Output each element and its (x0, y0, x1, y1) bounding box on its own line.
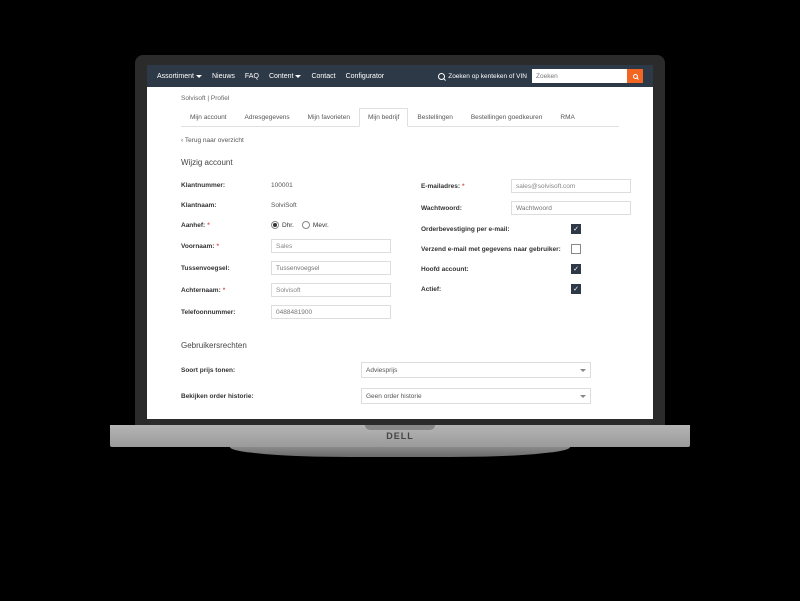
nav-item-assortiment[interactable]: Assortiment (157, 73, 202, 80)
select-dropdown[interactable]: Adviesprijs (361, 362, 591, 378)
checkbox[interactable]: ✓ (571, 224, 581, 234)
search-area: Zoeken op kenteken of VIN (438, 69, 643, 83)
form-row: Voornaam:* (181, 239, 391, 253)
radio-option[interactable]: Dhr. (271, 221, 294, 229)
form-columns: Klantnummer:100001 Klantnaam:SolviSoft Aan… (181, 179, 619, 327)
search-label-text: Zoeken op kenteken of VIN (448, 73, 527, 80)
search-label: Zoeken op kenteken of VIN (438, 73, 527, 80)
laptop-foot (230, 447, 570, 457)
back-link[interactable]: ‹ Terug naar overzicht (181, 137, 244, 144)
text-input[interactable] (271, 239, 391, 253)
rights-block: Soort prijs tonen: Adviesprijs Bekijken or… (181, 362, 619, 404)
form-row: Klantnaam:SolviSoft (181, 199, 391, 211)
column-right: E-mailadres:* Wachtwoord: Orderbevestiging… (421, 179, 631, 327)
form-row: Achternaam:* (181, 283, 391, 297)
field-value: SolviSoft (271, 202, 297, 209)
page-content: Solvisoft | Profiel Mijn accountAdresgeg… (147, 87, 653, 419)
tab-adresgegevens[interactable]: Adresgegevens (236, 108, 299, 127)
text-input[interactable] (271, 261, 391, 275)
nav-menu: Assortiment Nieuws FAQ Content Contact Config… (157, 73, 428, 80)
search-icon (633, 74, 638, 79)
checkbox[interactable]: ✓ (571, 264, 581, 274)
checkbox[interactable] (571, 244, 581, 254)
select-value: Geen order historie (366, 393, 422, 400)
radio-option[interactable]: Mevr. (302, 221, 329, 229)
form-row: Wachtwoord: (421, 201, 631, 215)
text-input[interactable] (271, 283, 391, 297)
radio-label: Dhr. (282, 222, 294, 229)
form-row: Klantnummer:100001 (181, 179, 391, 191)
form-row: Tussenvoegsel: (181, 261, 391, 275)
section-title-edit: Wijzig account (181, 158, 619, 167)
field-label: Orderbevestiging per e-mail: (421, 226, 571, 233)
field-label: Soort prijs tonen: (181, 367, 361, 374)
top-navbar: Assortiment Nieuws FAQ Content Contact Config… (147, 65, 653, 87)
radio-icon (302, 221, 310, 229)
search-icon (438, 73, 445, 80)
tab-mijn-favorieten[interactable]: Mijn favorieten (299, 108, 359, 127)
tab-bestellingen[interactable]: Bestellingen (408, 108, 461, 127)
device-logo: DELL (386, 431, 414, 441)
form-row: Orderbevestiging per e-mail:✓ (421, 223, 631, 235)
chevron-down-icon (580, 369, 586, 372)
search-input[interactable] (532, 69, 627, 83)
laptop-frame: Assortiment Nieuws FAQ Content Contact Config… (135, 55, 665, 535)
screen-bezel: Assortiment Nieuws FAQ Content Contact Config… (135, 55, 665, 425)
section-title-rights: Gebruikersrechten (181, 341, 619, 350)
radio-icon (271, 221, 279, 229)
checkbox[interactable]: ✓ (571, 284, 581, 294)
tab-rma[interactable]: RMA (551, 108, 583, 127)
select-value: Adviesprijs (366, 367, 397, 374)
rights-row: Bekijken order historie: Geen order histo… (181, 388, 619, 404)
field-label: Bekijken order historie: (181, 393, 361, 400)
field-label: Actief: (421, 286, 571, 293)
search-button[interactable] (627, 69, 643, 83)
caret-down-icon (196, 75, 202, 78)
form-row: Telefoonnummer: (181, 305, 391, 319)
tab-bar: Mijn accountAdresgegevensMijn favorieten… (181, 108, 619, 127)
field-label: Wachtwoord: (421, 205, 511, 212)
nav-item-content[interactable]: Content (269, 73, 302, 80)
radio-group: Dhr. Mevr. (271, 221, 329, 229)
field-label: Achternaam:* (181, 287, 271, 294)
field-value: 100001 (271, 182, 293, 189)
form-row: Hoofd account:✓ (421, 263, 631, 275)
app-screen: Assortiment Nieuws FAQ Content Contact Config… (147, 65, 653, 419)
field-label: Hoofd account: (421, 266, 571, 273)
field-label: E-mailadres:* (421, 183, 511, 190)
text-input[interactable] (511, 179, 631, 193)
text-input[interactable] (271, 305, 391, 319)
form-row: Verzend e-mail met gegevens naar gebruik… (421, 243, 631, 255)
nav-item-faq[interactable]: FAQ (245, 73, 259, 80)
form-row: Actief:✓ (421, 283, 631, 295)
tab-bestellingen-goedkeuren[interactable]: Bestellingen goedkeuren (462, 108, 552, 127)
form-row: Aanhef:* Dhr. Mevr. (181, 219, 391, 231)
field-label: Tussenvoegsel: (181, 265, 271, 272)
nav-item-nieuws[interactable]: Nieuws (212, 73, 235, 80)
radio-label: Mevr. (313, 222, 329, 229)
field-label: Voornaam:* (181, 243, 271, 250)
text-input[interactable] (511, 201, 631, 215)
breadcrumb: Solvisoft | Profiel (181, 87, 619, 108)
tab-mijn-account[interactable]: Mijn account (181, 108, 236, 127)
rights-row: Soort prijs tonen: Adviesprijs (181, 362, 619, 378)
nav-item-contact[interactable]: Contact (311, 73, 335, 80)
nav-item-configurator[interactable]: Configurator (346, 73, 385, 80)
column-left: Klantnummer:100001 Klantnaam:SolviSoft Aan… (181, 179, 391, 327)
field-label: Klantnummer: (181, 182, 271, 189)
laptop-base: DELL (110, 425, 690, 447)
caret-down-icon (295, 75, 301, 78)
field-label: Verzend e-mail met gegevens naar gebruik… (421, 246, 571, 253)
chevron-down-icon (580, 395, 586, 398)
select-dropdown[interactable]: Geen order historie (361, 388, 591, 404)
search-box (532, 69, 643, 83)
field-label: Klantnaam: (181, 202, 271, 209)
field-label: Telefoonnummer: (181, 309, 271, 316)
field-label: Aanhef:* (181, 222, 271, 229)
tab-mijn-bedrijf[interactable]: Mijn bedrijf (359, 108, 408, 127)
form-row: E-mailadres:* (421, 179, 631, 193)
